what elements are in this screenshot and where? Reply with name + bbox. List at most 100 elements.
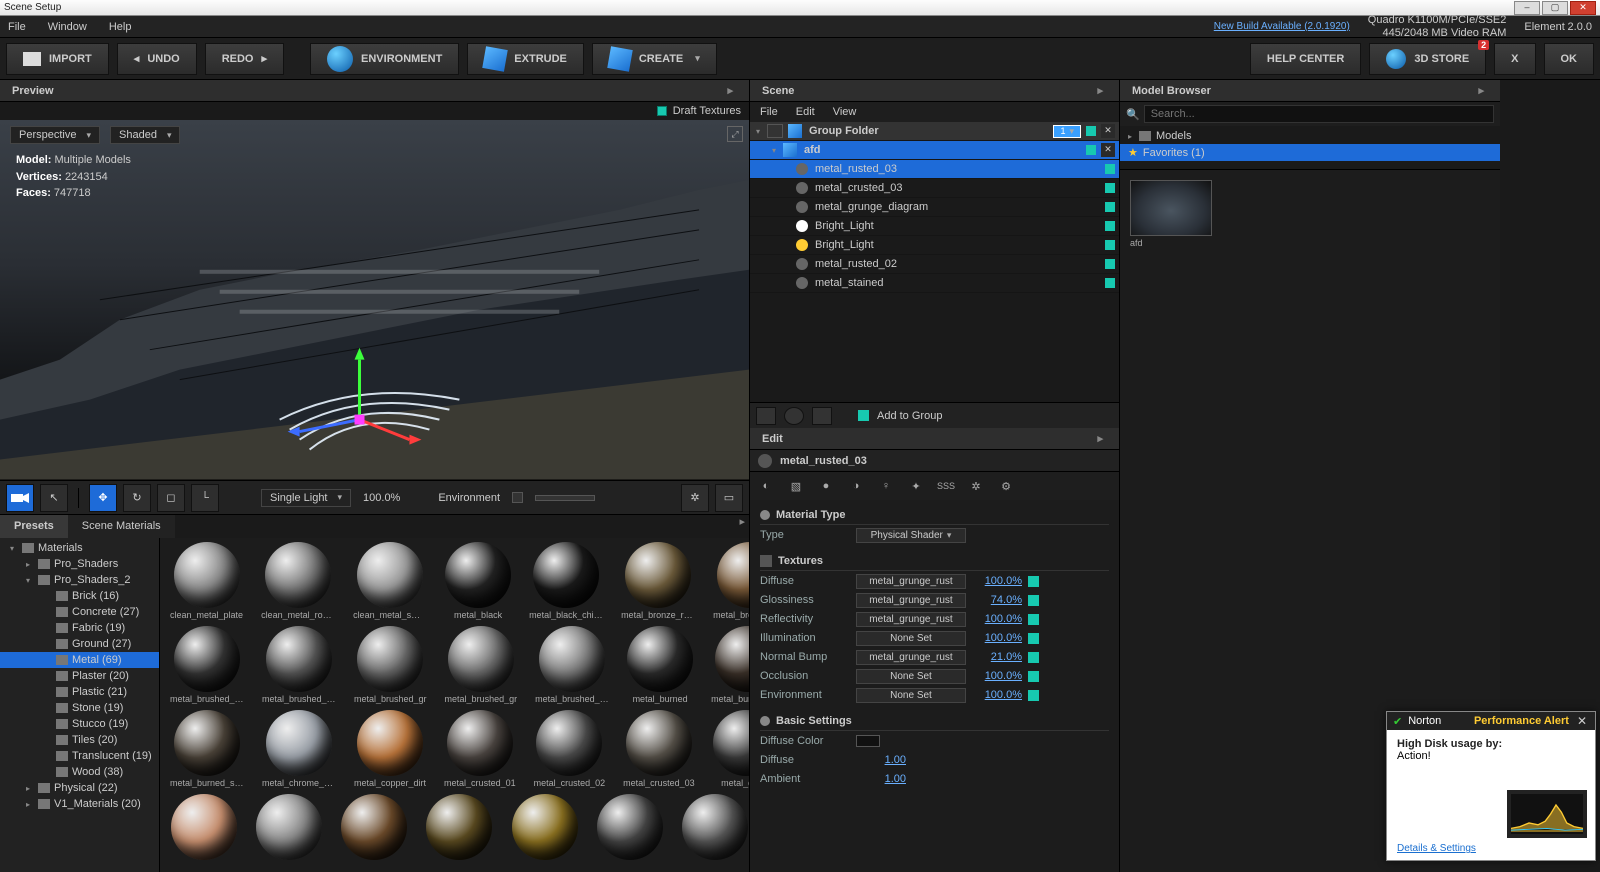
texture-percent[interactable]: 100.0% <box>972 613 1022 625</box>
material-preset[interactable]: metal_brushed_pla <box>535 626 609 704</box>
channel-sss-icon[interactable]: SSS <box>936 476 956 496</box>
undo-button[interactable]: ◂UNDO <box>117 43 197 75</box>
update-link[interactable]: New Build Available (2.0.1920) <box>1214 21 1350 32</box>
tree-item[interactable]: Tiles (20) <box>0 732 159 748</box>
tree-item[interactable]: Concrete (27) <box>0 604 159 620</box>
textures-header[interactable]: Textures <box>760 552 1109 571</box>
material-preset[interactable] <box>596 794 663 862</box>
texture-toggle[interactable] <box>1028 595 1039 606</box>
material-preset[interactable]: metal_burned_scat <box>170 710 244 788</box>
visibility-toggle[interactable] <box>1105 221 1115 231</box>
environment-checkbox[interactable] <box>512 492 523 503</box>
channel-basic-icon[interactable]: ◐ <box>756 476 776 496</box>
norton-close-icon[interactable]: ✕ <box>1575 714 1589 728</box>
anchor-tool[interactable]: └ <box>191 484 219 512</box>
scene-add-icon[interactable] <box>756 407 776 425</box>
scene-item-row[interactable]: Bright_Light <box>750 217 1119 236</box>
group-visibility-toggle[interactable] <box>1086 126 1096 136</box>
render-settings-tool[interactable]: ✲ <box>681 484 709 512</box>
tree-item[interactable]: ▸Pro_Shaders <box>0 556 159 572</box>
tree-item[interactable]: Plastic (21) <box>0 684 159 700</box>
add-to-group-checkbox[interactable] <box>858 410 869 421</box>
extrude-button[interactable]: EXTRUDE <box>467 43 584 75</box>
window-close[interactable]: ✕ <box>1570 1 1596 15</box>
tree-item[interactable]: Stone (19) <box>0 700 159 716</box>
display-tool[interactable]: ▭ <box>715 484 743 512</box>
material-preset[interactable]: metal_brushed_bla <box>170 626 244 704</box>
menu-file[interactable]: File <box>8 21 26 33</box>
texture-percent[interactable]: 74.0% <box>972 594 1022 606</box>
material-preset[interactable] <box>170 794 237 862</box>
diffuse-value[interactable]: 1.00 <box>856 754 906 766</box>
material-preset[interactable]: metal_bronze_raw <box>621 542 695 620</box>
channel-reflect-icon[interactable]: ● <box>816 476 836 496</box>
create-button[interactable]: CREATE <box>592 43 717 75</box>
texture-map-button[interactable]: metal_grunge_rust <box>856 593 966 608</box>
texture-map-button[interactable]: metal_grunge_rust <box>856 574 966 589</box>
visibility-toggle[interactable] <box>1105 202 1115 212</box>
tree-item[interactable]: Plaster (20) <box>0 668 159 684</box>
tab-scene-materials[interactable]: Scene Materials <box>68 515 175 538</box>
scene-item-row[interactable]: metal_crusted_03 <box>750 179 1119 198</box>
material-preset[interactable]: clean_metal_smoo <box>353 542 427 620</box>
material-preset[interactable]: metal_bronze_rust <box>713 542 749 620</box>
scene-item-row[interactable]: metal_rusted_02 <box>750 255 1119 274</box>
texture-map-button[interactable]: metal_grunge_rust <box>856 612 966 627</box>
scene-item-row[interactable]: metal_grunge_diagram <box>750 198 1119 217</box>
material-preset[interactable]: metal_black <box>445 542 511 620</box>
material-preset[interactable]: metal_chrome_dirt <box>262 710 336 788</box>
camera-tool[interactable] <box>6 484 34 512</box>
3d-store-button[interactable]: 3D STORE 2 <box>1369 43 1486 75</box>
texture-map-button[interactable]: None Set <box>856 688 966 703</box>
material-preset[interactable]: metal_crusted_01 <box>444 710 516 788</box>
scene-menu-file[interactable]: File <box>760 106 778 118</box>
texture-toggle[interactable] <box>1028 690 1039 701</box>
material-preset[interactable]: metal_brushed_din <box>262 626 336 704</box>
tree-item[interactable]: Fabric (19) <box>0 620 159 636</box>
channel-env-icon[interactable]: ✲ <box>966 476 986 496</box>
browser-favorites-item[interactable]: ★ Favorites (1) <box>1120 144 1500 161</box>
texture-percent[interactable]: 100.0% <box>972 575 1022 587</box>
tree-item[interactable]: Wood (38) <box>0 764 159 780</box>
visibility-toggle[interactable] <box>1105 278 1115 288</box>
material-preset[interactable]: clean_metal_plate <box>170 542 243 620</box>
group-instance-badge[interactable]: 1 <box>1053 125 1081 138</box>
tree-item[interactable]: Stucco (19) <box>0 716 159 732</box>
edit-collapse-arrow[interactable]: ▸ <box>1093 432 1107 445</box>
material-preset[interactable]: metal_black_chips <box>529 542 603 620</box>
browser-models-item[interactable]: Models <box>1120 128 1500 144</box>
search-input[interactable] <box>1144 105 1494 123</box>
channel-illum-icon[interactable]: ♀ <box>876 476 896 496</box>
scene-menu-edit[interactable]: Edit <box>796 106 815 118</box>
scene-group-row[interactable]: Group Folder 1 ✕ <box>750 122 1119 141</box>
presets-collapse-arrow[interactable]: ▸ <box>735 515 749 538</box>
visibility-toggle[interactable] <box>1105 259 1115 269</box>
tree-item[interactable]: Metal (69) <box>0 652 159 668</box>
visibility-toggle[interactable] <box>1105 240 1115 250</box>
shader-type-dropdown[interactable]: Physical Shader <box>856 528 966 543</box>
tab-presets[interactable]: Presets <box>0 515 68 538</box>
scene-light-icon[interactable] <box>784 407 804 425</box>
light-mode-dropdown[interactable]: Single Light <box>261 489 351 507</box>
viewport-expand-icon[interactable]: ⤢ <box>727 126 743 142</box>
texture-toggle[interactable] <box>1028 633 1039 644</box>
ambient-value[interactable]: 1.00 <box>856 773 906 785</box>
channel-settings-icon[interactable]: ⚙ <box>996 476 1016 496</box>
shading-mode-dropdown[interactable]: Shaded <box>110 126 180 144</box>
tree-item[interactable]: Translucent (19) <box>0 748 159 764</box>
material-grid[interactable]: clean_metal_plateclean_metal_roughclean_… <box>160 538 749 872</box>
environment-button[interactable]: ENVIRONMENT <box>310 43 459 75</box>
texture-map-button[interactable]: None Set <box>856 631 966 646</box>
tree-item[interactable]: ▸Physical (22) <box>0 780 159 796</box>
scene-afd-row[interactable]: afd ✕ <box>750 141 1119 160</box>
norton-details-link[interactable]: Details & Settings <box>1397 843 1476 854</box>
tree-item[interactable]: Ground (27) <box>0 636 159 652</box>
texture-toggle[interactable] <box>1028 576 1039 587</box>
channel-shadow-icon[interactable]: ◑ <box>846 476 866 496</box>
menu-help[interactable]: Help <box>109 21 132 33</box>
material-preset[interactable] <box>426 794 493 862</box>
3d-viewport[interactable]: Perspective Shaded Model: Multiple Model… <box>0 120 749 480</box>
browser-collapse-arrow[interactable]: ▸ <box>1474 84 1488 97</box>
texture-percent[interactable]: 100.0% <box>972 632 1022 644</box>
material-preset[interactable]: metal_brushed_gr <box>445 626 518 704</box>
